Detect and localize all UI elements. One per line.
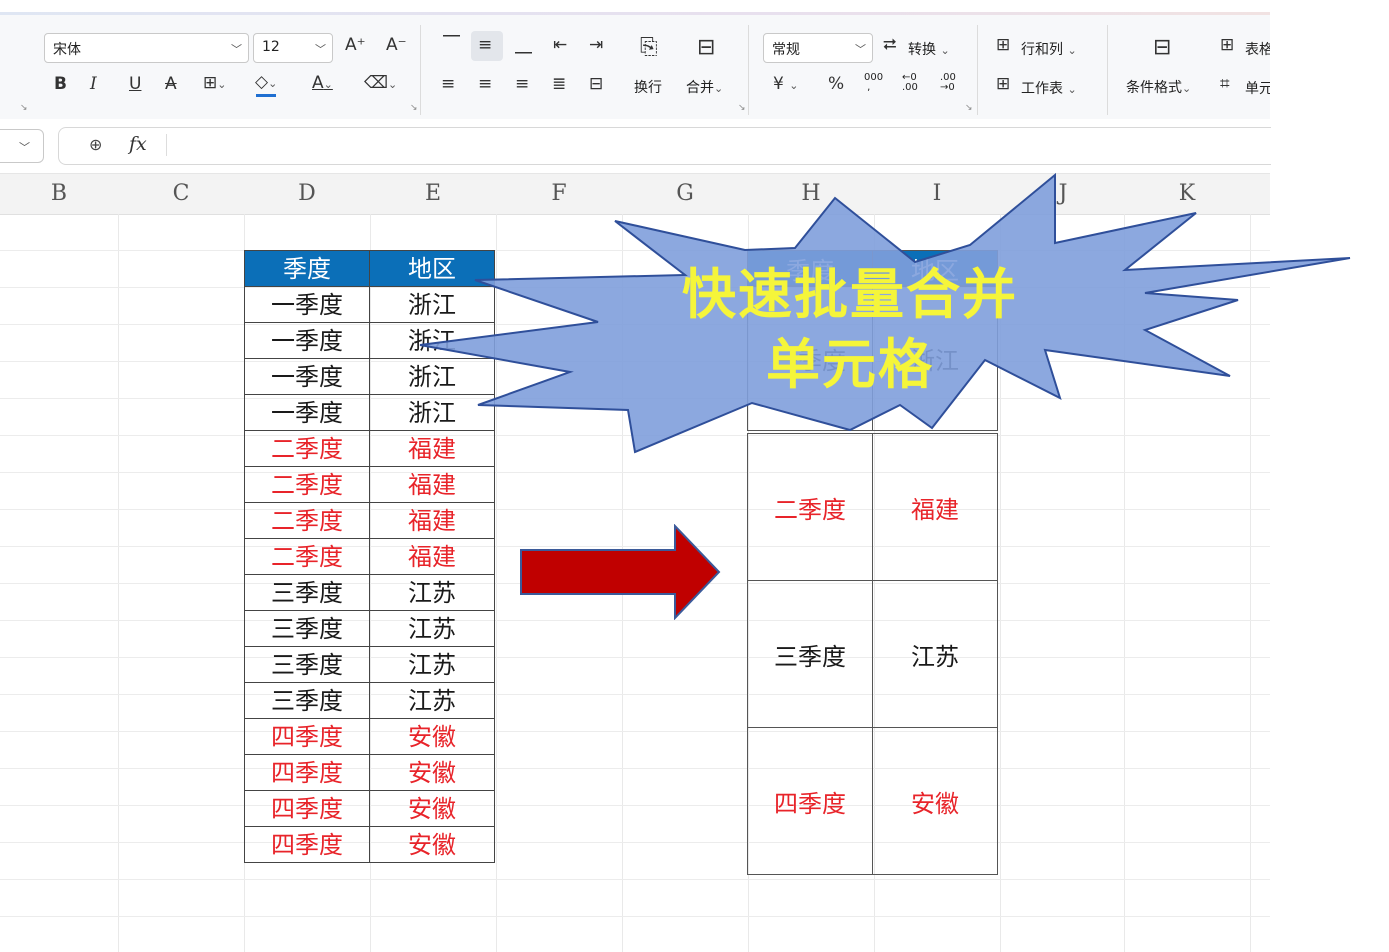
- callout-title-line1: 快速批量合并: [682, 263, 1018, 326]
- callout-title-line2: 单元格: [766, 333, 934, 396]
- starburst-callout: [419, 172, 1351, 454]
